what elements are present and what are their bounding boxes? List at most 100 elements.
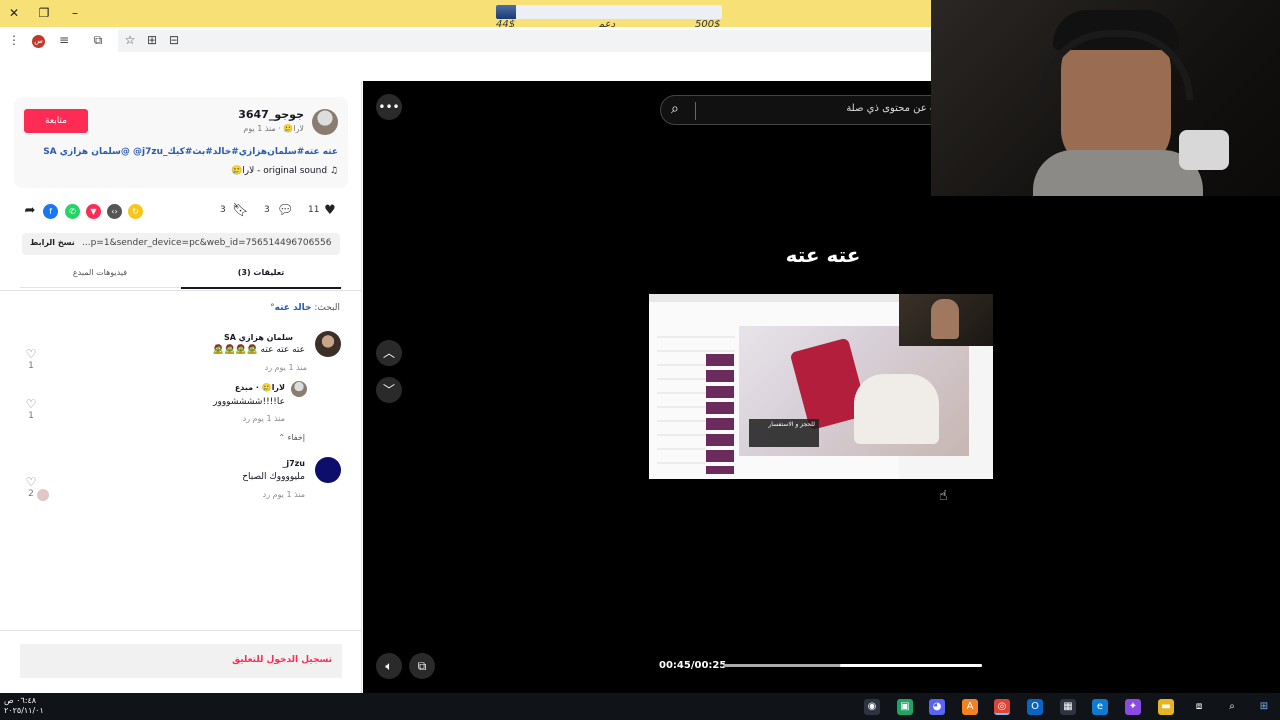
discord-icon[interactable]: ◕ bbox=[929, 699, 945, 715]
commenter-avatar[interactable] bbox=[315, 331, 341, 357]
heart-outline-icon[interactable]: ♡ bbox=[23, 397, 39, 411]
comment-like[interactable]: ♡ 1 bbox=[23, 347, 39, 371]
heart-outline-icon[interactable]: ♡ bbox=[23, 475, 39, 489]
webcam-overlay bbox=[931, 0, 1280, 196]
app-icon-orange[interactable]: A bbox=[962, 699, 978, 715]
inner-video-person bbox=[854, 374, 939, 444]
reply-text: عا!!!!ششششووور bbox=[213, 397, 285, 407]
search-icon[interactable]: ⌕ bbox=[1224, 699, 1240, 715]
heart-outline-icon[interactable]: ♡ bbox=[23, 347, 39, 361]
cast-icon[interactable]: ⊟ bbox=[166, 32, 182, 48]
comment-text: مليووووك الصباح bbox=[242, 472, 305, 482]
comment-like-count: 2 bbox=[28, 489, 34, 499]
search-hint-query[interactable]: خالد عته bbox=[275, 303, 312, 313]
extension-badge-icon[interactable]: س bbox=[32, 35, 45, 48]
comment-login-bar[interactable]: تسجيل الدخول للتعليق bbox=[20, 644, 342, 678]
extensions-icon[interactable]: ⧉ bbox=[90, 32, 106, 48]
install-app-icon[interactable]: ⊞ bbox=[144, 32, 160, 48]
outlook-icon[interactable]: O bbox=[1027, 699, 1043, 715]
copy-link-button[interactable]: نسخ الرابط bbox=[30, 238, 75, 247]
author-info-card: متابعة جوجو_3647 لارا🥲 · منذ 1 يوم عته ع… bbox=[14, 97, 348, 188]
previous-video-icon[interactable]: ︿ bbox=[376, 340, 402, 366]
window-titlebar: ✕ ❐ – 44$ دعم 500$ bbox=[0, 0, 931, 30]
bookmark-icon[interactable]: 🔖︎ bbox=[232, 203, 249, 219]
taskbar-clock[interactable]: ٠٦:٤٨ ص ٢٠٢٥/١١/٠١ bbox=[4, 696, 44, 716]
more-vert-icon[interactable]: ⋮ bbox=[6, 32, 22, 48]
windows-start-icon[interactable]: ⊞ bbox=[1256, 699, 1272, 715]
saves-count: 3 bbox=[220, 205, 226, 215]
whatsapp-icon[interactable]: ✆ bbox=[65, 204, 80, 219]
comment-bubble-icon[interactable]: 💬︎ bbox=[277, 203, 294, 219]
comment-like-count: 1 bbox=[28, 361, 34, 371]
app-icon-green[interactable]: ▣ bbox=[897, 699, 913, 715]
star-icon[interactable]: ☆ bbox=[122, 32, 138, 48]
video-title: عته عته bbox=[785, 243, 861, 267]
streamer-shirt bbox=[1033, 150, 1203, 196]
comments-tabs: تعليقات (3) فيديوهات المبدع bbox=[20, 262, 342, 289]
file-explorer-icon[interactable]: ▬ bbox=[1158, 699, 1174, 715]
restore-window-icon[interactable]: ❐ bbox=[36, 5, 52, 21]
related-search-hint[interactable]: البحث: خالد عته° bbox=[270, 303, 340, 313]
reply-like[interactable]: ♡ 1 bbox=[23, 397, 39, 421]
store-icon[interactable]: ▦ bbox=[1060, 699, 1076, 715]
comment-item: سلمان هزازي SA عته عته عته 🧟🧟🧟🧟 منذ 1 يو… bbox=[21, 329, 341, 375]
inner-thumbnails bbox=[706, 354, 734, 474]
reply-author-name[interactable]: لارا🥲 · مبدع bbox=[235, 383, 285, 392]
reply-meta: منذ 1 يوم رد bbox=[242, 414, 285, 423]
share-link-url[interactable]: ...p=1&sender_device=pc&web_id=756514496… bbox=[82, 238, 332, 248]
media-control-icon[interactable]: ≡ bbox=[56, 32, 72, 48]
hide-replies-button[interactable]: إخفاء ⌃ bbox=[278, 433, 305, 442]
commenter-name[interactable]: سلمان هزازي SA bbox=[224, 333, 293, 342]
microphone-icon bbox=[1179, 130, 1229, 170]
obs-icon[interactable]: ◉ bbox=[864, 699, 880, 715]
address-bar[interactable]: ☆ ⊞ ⊟ bbox=[118, 30, 931, 52]
follow-button[interactable]: متابعة bbox=[24, 109, 88, 133]
music-note-icon: ♫ bbox=[327, 166, 338, 176]
repost-icon[interactable]: ↻ bbox=[128, 204, 143, 219]
edge-icon[interactable]: e bbox=[1092, 699, 1108, 715]
progress-played[interactable] bbox=[840, 664, 982, 667]
pointer-hand-icon: ☝ bbox=[939, 488, 948, 504]
login-to-comment-link[interactable]: تسجيل الدخول للتعليق bbox=[232, 655, 332, 665]
heart-icon[interactable]: ♥ bbox=[322, 203, 338, 219]
tab-comments[interactable]: تعليقات (3) bbox=[181, 268, 341, 289]
copilot-icon[interactable]: ✦ bbox=[1125, 699, 1141, 715]
embed-icon[interactable]: ‹› bbox=[107, 204, 122, 219]
comment-like[interactable]: ♡ 2 bbox=[23, 475, 39, 499]
close-window-icon[interactable]: ✕ bbox=[6, 5, 22, 21]
search-icon[interactable]: ⌕ bbox=[671, 101, 679, 117]
send-to-friends-icon[interactable]: ▼ bbox=[86, 204, 101, 219]
task-view-icon[interactable]: ⧈ bbox=[1191, 699, 1207, 715]
action-bar: ➦ f ✆ ▼ ‹› ↻ 3 🔖︎ 3 💬︎ 11 ♥ bbox=[22, 202, 342, 222]
tab-creator-videos[interactable]: فيديوهات المبدع bbox=[20, 268, 180, 277]
donation-progress-fill bbox=[496, 5, 517, 19]
commenter-name[interactable]: j7zu_ bbox=[282, 459, 305, 468]
search-divider bbox=[695, 102, 696, 120]
chrome-icon[interactable]: ◎ bbox=[994, 699, 1010, 715]
comment-item: j7zu_ مليووووك الصباح منذ 1 يوم رد ♡ 2 bbox=[21, 457, 341, 503]
volume-icon[interactable]: 🔈︎ bbox=[376, 653, 402, 679]
taskbar: ٠٦:٤٨ ص ٢٠٢٥/١١/٠١ ◉ ▣ ◕ A ◎ O ▦ e ✦ ▬ ⧈… bbox=[0, 693, 1280, 720]
next-video-icon[interactable]: ﹀ bbox=[376, 377, 402, 403]
hide-label: إخفاء bbox=[287, 433, 305, 442]
more-options-icon[interactable]: ••• bbox=[376, 94, 402, 120]
author-avatar[interactable] bbox=[312, 109, 338, 135]
share-link-box: ...p=1&sender_device=pc&web_id=756514496… bbox=[22, 233, 340, 255]
related-search-box[interactable]: ⌕ البحث عن محتوى ذي صلة bbox=[660, 95, 960, 125]
author-name[interactable]: جوجو_3647 bbox=[238, 108, 304, 121]
author-meta: لارا🥲 · منذ 1 يوم bbox=[243, 124, 304, 133]
minimize-window-icon[interactable]: – bbox=[67, 5, 83, 21]
inner-browser-tabs bbox=[649, 294, 899, 302]
sound-link[interactable]: ♫ original sound - لارا🥲 bbox=[231, 166, 338, 176]
comments-count: 3 bbox=[264, 205, 270, 215]
reply-avatar[interactable] bbox=[291, 381, 307, 397]
commenter-avatar[interactable] bbox=[315, 457, 341, 483]
video-caption[interactable]: عته عته#سلمان‌هزازي#خالد#بث#كيك_j7zu@ @س… bbox=[43, 147, 338, 157]
share-arrow-icon[interactable]: ➦ bbox=[22, 203, 38, 219]
facebook-icon[interactable]: f bbox=[43, 204, 58, 219]
divider bbox=[0, 290, 362, 291]
video-progress-bar[interactable] bbox=[724, 664, 982, 667]
video-frame[interactable]: للحجز و الاستفسار bbox=[649, 294, 993, 479]
pip-icon[interactable]: ⧉ bbox=[409, 653, 435, 679]
search-hint-prefix: البحث: bbox=[314, 303, 340, 313]
